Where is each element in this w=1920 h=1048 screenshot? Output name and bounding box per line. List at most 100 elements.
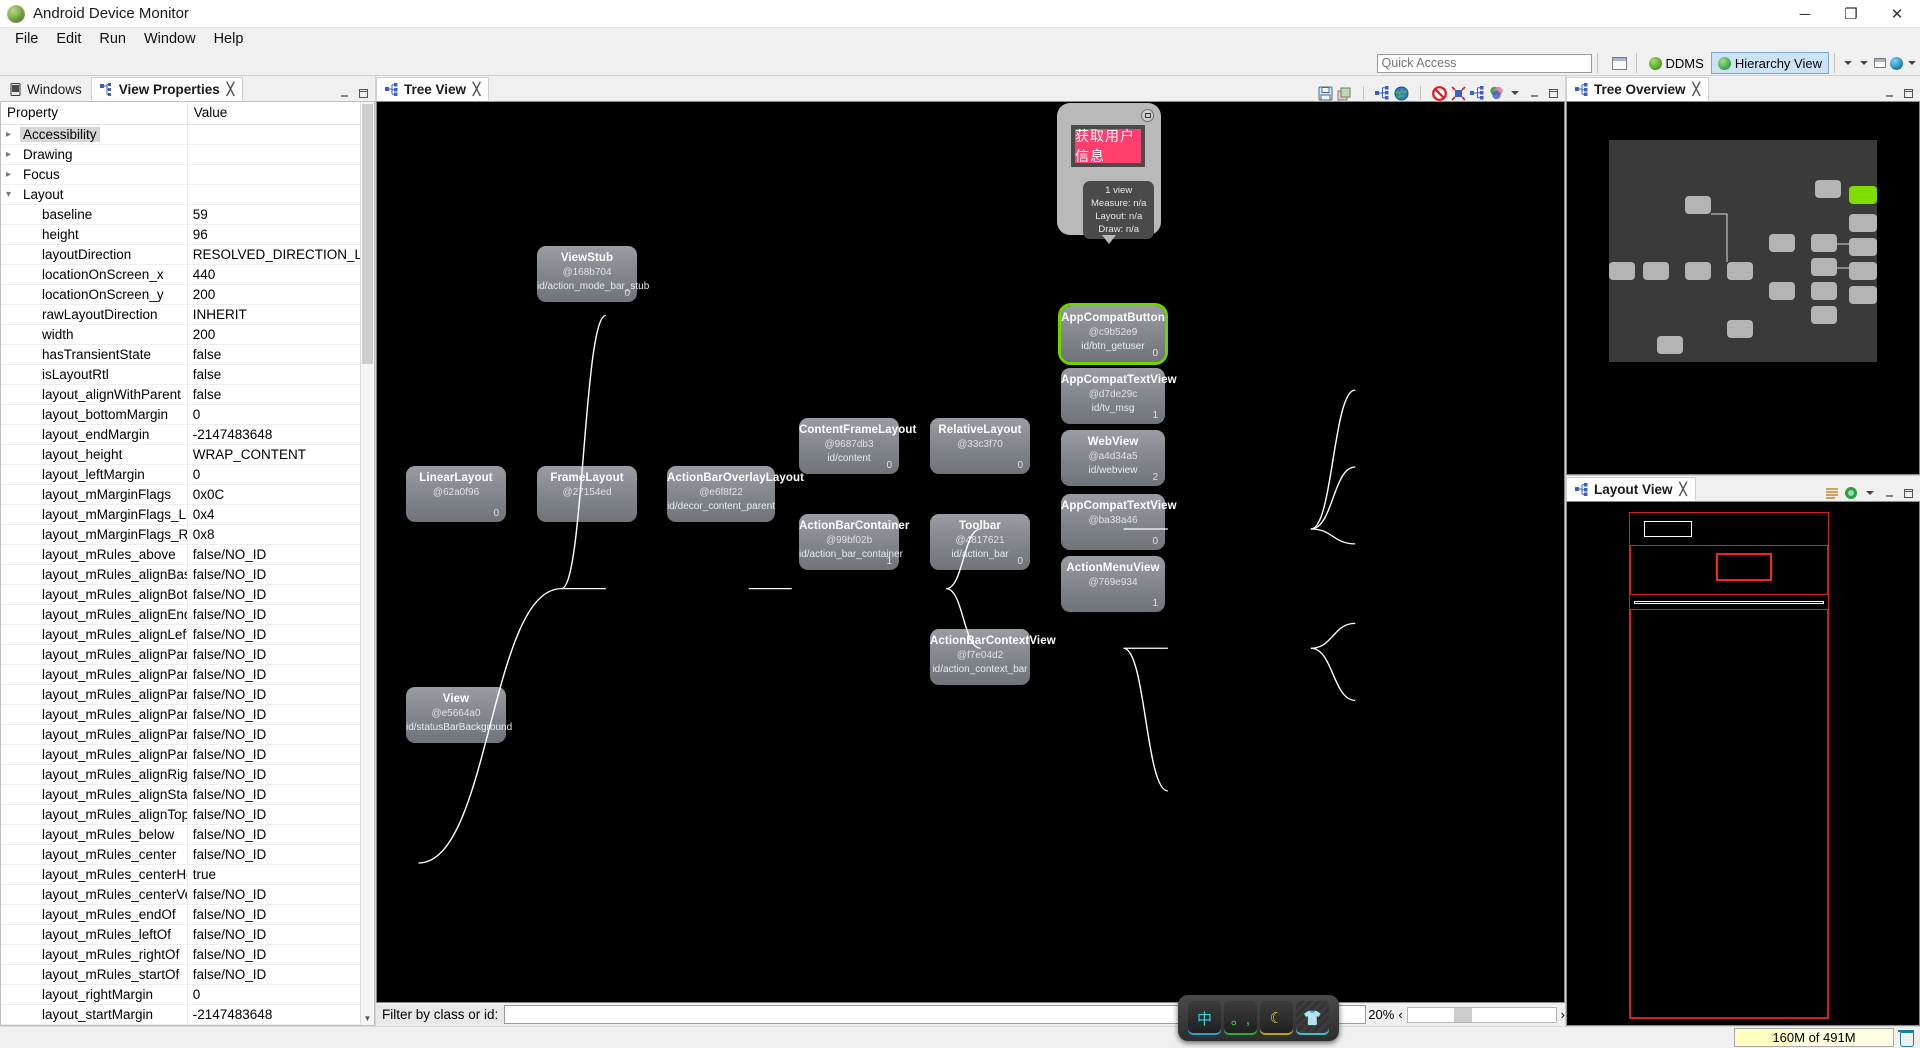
zoom-increase-button[interactable]: ›	[1561, 1007, 1565, 1022]
property-row[interactable]: layout_mRules_alignLeft false/NO_ID	[1, 624, 374, 645]
tree-node[interactable]: AppCompatTextView @ba38a46 0	[1061, 494, 1177, 550]
property-row[interactable]: layout_mMarginFlags 0x0C	[1, 484, 374, 505]
property-row[interactable]: layout_mRules_alignStart false/NO_ID	[1, 784, 374, 805]
property-row[interactable]: layout_mRules_below false/NO_ID	[1, 824, 374, 845]
chevron-down-icon[interactable]	[1840, 55, 1856, 71]
property-row[interactable]: layout_mMarginFlags_RIGHT_M0x8	[1, 524, 374, 545]
property-row[interactable]: baseline 59	[1, 204, 374, 225]
view-menu-icon[interactable]	[1507, 85, 1523, 101]
heap-indicator[interactable]: 160M of 491M	[1734, 1028, 1894, 1047]
property-row[interactable]: locationOnScreen_y 200	[1, 284, 374, 305]
property-row[interactable]: layout_mRules_alignParentStarfalse/NO_ID	[1, 724, 374, 745]
request-layout-icon[interactable]	[1450, 85, 1466, 101]
property-row[interactable]: rawLayoutDirection INHERIT	[1, 304, 374, 325]
property-row[interactable]: height 96	[1, 224, 374, 245]
tree-node[interactable]: RelativeLayout @33c3f70 0	[930, 418, 1030, 474]
tree-icon[interactable]	[1374, 85, 1390, 101]
property-row[interactable]: layout_mMarginFlags_LEFT_MA0x4	[1, 504, 374, 525]
property-row[interactable]: hasTransientState false	[1, 344, 374, 365]
menu-help[interactable]: Help	[205, 29, 253, 49]
property-row[interactable]: isLayoutRtl false	[1, 364, 374, 385]
property-row[interactable]: layout_mRules_startOf false/NO_ID	[1, 964, 374, 985]
property-group-row[interactable]: ▾ Layout	[1, 184, 374, 205]
close-icon[interactable]: ╳	[1693, 82, 1700, 96]
property-row[interactable]: layout_mRules_alignParentLeftfalse/NO_ID	[1, 684, 374, 705]
ime-night-mode[interactable]: ☾	[1260, 1001, 1293, 1035]
open-perspective-icon[interactable]	[1609, 52, 1631, 74]
maximize-icon[interactable]	[1545, 85, 1561, 101]
chevron-right-icon[interactable]: ▸	[6, 167, 16, 182]
view-menu-icon[interactable]	[1862, 485, 1878, 501]
property-row[interactable]: layout_mRules_alignParentBottfalse/NO_ID	[1, 644, 374, 665]
property-row[interactable]: layout_alignWithParent false	[1, 384, 374, 405]
save-icon[interactable]	[1317, 85, 1333, 101]
minimize-icon[interactable]	[1881, 85, 1897, 101]
chevron-right-icon[interactable]: ▸	[6, 147, 16, 162]
tab-layout-view[interactable]: Layout View ╳	[1566, 477, 1696, 501]
property-row[interactable]: layout_mRules_rightOf false/NO_ID	[1, 944, 374, 965]
globe-icon[interactable]	[1888, 55, 1904, 71]
property-row[interactable]: layout_mRules_center false/NO_ID	[1, 844, 374, 865]
property-row[interactable]: layout_mRules_alignRight false/NO_ID	[1, 764, 374, 785]
maximize-icon[interactable]	[1900, 485, 1916, 501]
layout-view-canvas[interactable]	[1566, 501, 1920, 1026]
layers-icon[interactable]	[1336, 85, 1352, 101]
maximize-icon[interactable]	[355, 85, 371, 101]
quick-access-input[interactable]	[1376, 53, 1592, 73]
property-row[interactable]: layout_mRules_above false/NO_ID	[1, 544, 374, 565]
property-row[interactable]: layout_startMargin -2147483648	[1, 1004, 374, 1025]
property-row[interactable]: layout_mRules_alignTop false/NO_ID	[1, 804, 374, 825]
tree-node[interactable]: WebView @a4d34a5 id/webview 2	[1061, 430, 1165, 486]
minimize-icon[interactable]	[1526, 85, 1542, 101]
zoom-slider-knob[interactable]	[1453, 1007, 1472, 1022]
tree-node[interactable]: View @e5664a0 id/statusBarBackground	[406, 687, 512, 743]
ime-skin-button[interactable]: 👕	[1296, 1001, 1329, 1035]
property-group-row[interactable]: ▸ Accessibility	[1, 124, 374, 145]
property-row[interactable]: layout_endMargin -2147483648	[1, 424, 374, 445]
profile-icon[interactable]	[1488, 85, 1504, 101]
column-header-value[interactable]: Value	[187, 102, 374, 125]
close-button[interactable]: ✕	[1874, 0, 1920, 28]
tab-tree-view[interactable]: Tree View ╳	[376, 77, 490, 101]
view-menu-icon[interactable]	[1856, 55, 1872, 71]
scrollbar-thumb[interactable]	[362, 104, 373, 364]
tree-node[interactable]: AppCompatTextView @d7de29c id/tv_msg 1	[1061, 368, 1177, 424]
perspective-ddms[interactable]: DDMS	[1642, 52, 1711, 74]
tree-node[interactable]: ActionBarContextView @f7e04d2 id/action_co…	[930, 629, 1056, 685]
property-row[interactable]: width 200	[1, 324, 374, 345]
property-row[interactable]: layout_mRules_alignParentTopfalse/NO_ID	[1, 744, 374, 765]
property-row[interactable]: layout_height WRAP_CONTENT	[1, 444, 374, 465]
dump-tree-icon[interactable]	[1469, 85, 1485, 101]
capture-icon[interactable]	[1141, 109, 1154, 122]
menu-edit[interactable]: Edit	[47, 29, 90, 49]
property-row[interactable]: layout_mRules_centerVerticalfalse/NO_ID	[1, 884, 374, 905]
menu-file[interactable]: File	[6, 29, 47, 49]
property-row[interactable]: layout_mRules_alignBottomfalse/NO_ID	[1, 584, 374, 605]
minimize-icon[interactable]	[1881, 485, 1897, 501]
tree-node[interactable]: ActionMenuView @769e934 1	[1061, 556, 1165, 612]
tree-overview-canvas[interactable]	[1566, 101, 1920, 475]
chevron-down-icon[interactable]	[1904, 55, 1920, 71]
invalidate-icon[interactable]	[1431, 85, 1447, 101]
tree-node[interactable]: ContentFrameLayout @9687db3 id/content 0	[799, 418, 916, 474]
property-group-row[interactable]: ▸ Drawing	[1, 144, 374, 165]
tab-view-properties[interactable]: View Properties ╳	[90, 77, 244, 101]
tree-node[interactable]: ViewStub @168b704 id/action_mode_bar_stub 0	[537, 246, 649, 302]
menu-window[interactable]: Window	[135, 29, 205, 49]
chevron-down-icon[interactable]: ▾	[6, 187, 16, 202]
tree-node[interactable]: LinearLayout @62a0f96 0	[406, 466, 506, 522]
property-row[interactable]: layout_mRules_alignEnd false/NO_ID	[1, 604, 374, 625]
scroll-down-icon[interactable]: ▼	[361, 1011, 374, 1025]
property-row[interactable]: layoutDirection RESOLVED_DIRECTION_LTR	[1, 244, 374, 265]
tree-canvas[interactable]: LinearLayout @62a0f96 0 ViewStub @168b704 id/…	[376, 101, 1565, 1003]
tree-node[interactable]: Toolbar @4817621 id/action_bar 0	[930, 514, 1030, 570]
tree-node[interactable]: ActionBarOverlayLayout @e6f8f22 id/decor_c…	[667, 466, 804, 522]
ime-chinese-mode[interactable]: 中	[1188, 1001, 1221, 1035]
property-row[interactable]: layout_mRules_centerHorizonttrue	[1, 864, 374, 885]
close-icon[interactable]: ╳	[1680, 482, 1687, 496]
tab-tree-overview[interactable]: Tree Overview ╳	[1566, 77, 1709, 101]
ime-punctuation-mode[interactable]: 。,	[1224, 1001, 1257, 1035]
close-icon[interactable]: ╳	[227, 82, 234, 96]
restore-icon[interactable]	[1872, 55, 1888, 71]
minimize-icon[interactable]	[336, 85, 352, 101]
